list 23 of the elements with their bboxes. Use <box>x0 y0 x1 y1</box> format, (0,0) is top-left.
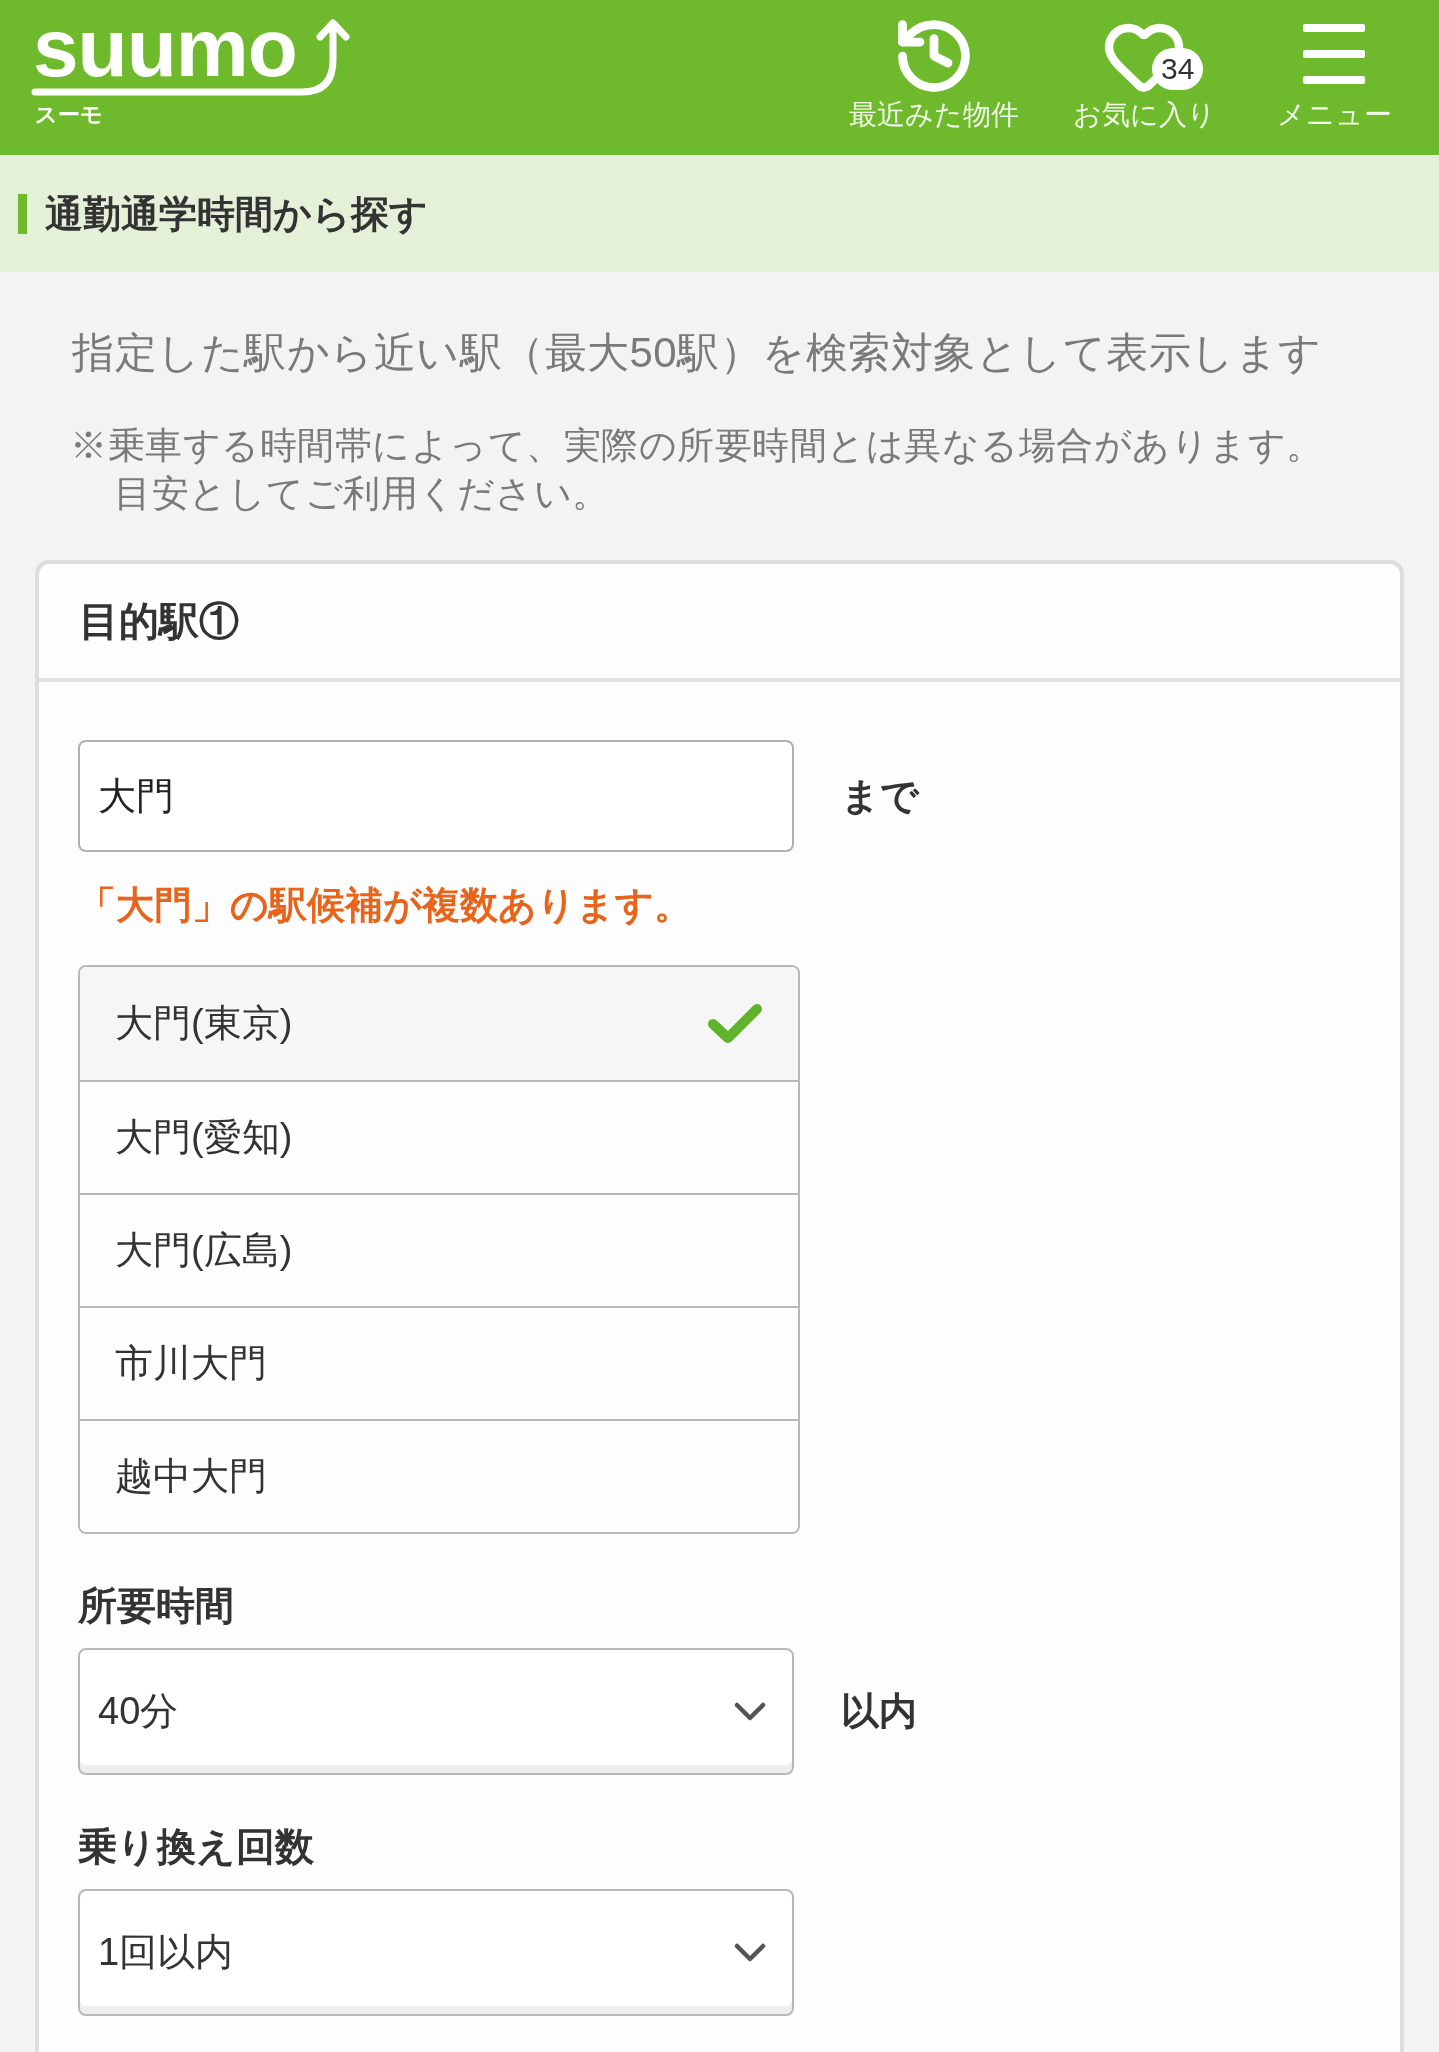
chevron-down-icon <box>734 1943 766 1962</box>
logo-swoosh-arrow-icon <box>30 16 350 98</box>
favorites-count-badge: 34 <box>1152 48 1204 90</box>
title-accent-icon <box>18 193 27 234</box>
checkmark-icon <box>707 1001 763 1046</box>
field-label: 乗り換え回数 <box>78 1824 314 1870</box>
station-candidate-option[interactable]: 越中大門 <box>80 1419 798 1532</box>
warning-text: 「大門」の駅候補が複数あります。 <box>78 883 692 928</box>
note-text: ※乗車する時間帯によって、実際の所要時間とは異なる場合があります。 目安としてご利用ください。 <box>70 424 1324 516</box>
card-title: 目的駅① <box>79 598 239 645</box>
within-label: 以内 <box>841 1689 917 1734</box>
menu-icon <box>1303 24 1365 84</box>
station-candidate-option[interactable]: 大門(東京) <box>80 967 798 1080</box>
logo-subtitle: スーモ <box>35 102 103 128</box>
chevron-down-icon <box>734 1702 766 1721</box>
dropdown-select[interactable]: 1回以内 <box>78 1889 794 2016</box>
field-label: 所要時間 <box>78 1583 234 1629</box>
page-title: 通勤通学時間から探す <box>45 191 428 237</box>
until-label: まで <box>841 773 919 819</box>
favorites-button[interactable]: 34 お気に入り <box>1059 0 1229 155</box>
description-text: 指定した駅から近い駅（最大50駅）を検索対象として表示します <box>72 328 1322 378</box>
station-input[interactable]: 大門 <box>78 740 794 852</box>
dropdown-select[interactable]: 40分 <box>78 1648 794 1775</box>
